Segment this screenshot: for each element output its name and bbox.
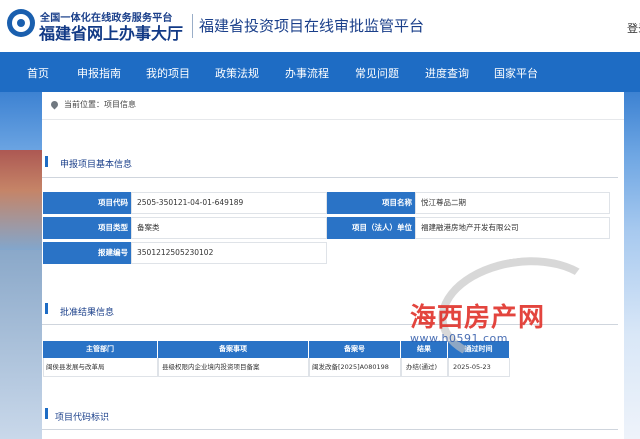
login-link[interactable]: 登录 xyxy=(627,20,640,36)
nav-my-projects[interactable]: 我的项目 xyxy=(146,65,190,81)
section-marker xyxy=(45,303,48,314)
project-type-value: 备案类 xyxy=(131,217,327,239)
project-type-label: 项目类型 xyxy=(43,217,131,239)
header-divider xyxy=(192,14,193,38)
section-marker xyxy=(45,408,48,419)
section-divider xyxy=(42,177,618,178)
top-header: 全国一体化在线政务服务平台 福建省网上办事大厅 福建省投资项目在线审批监管平台 … xyxy=(0,0,640,52)
watermark-brand: 海西房产网 xyxy=(410,303,546,333)
main-nav: 首页 申报指南 我的项目 政策法规 办事流程 常见问题 进度查询 国家平台 xyxy=(0,52,640,92)
nav-progress-query[interactable]: 进度查询 xyxy=(425,65,469,81)
site-title: 福建省投资项目在线审批监管平台 xyxy=(199,17,425,35)
nav-process[interactable]: 办事流程 xyxy=(285,65,329,81)
content-panel xyxy=(42,92,624,439)
project-name-label: 项目名称 xyxy=(327,192,415,214)
legal-unit-value: 福建融港房地产开发有限公司 xyxy=(415,217,610,239)
project-name-value: 悦江尊品二期 xyxy=(415,192,610,214)
table-cell-result: 办结(通过) xyxy=(401,358,448,377)
report-no-label: 报建编号 xyxy=(43,242,131,264)
section-title-code: 项目代码标识 xyxy=(55,413,110,423)
table-header-filing-number: 备案号 xyxy=(309,341,401,358)
project-code-value: 2505-350121-04-01-649189 xyxy=(131,192,327,214)
watermark-url: www.h0591.com xyxy=(410,332,508,345)
breadcrumb-text: 当前位置：项目信息 xyxy=(64,100,136,109)
nav-guide[interactable]: 申报指南 xyxy=(77,65,121,81)
table-header-filing-item: 备案事项 xyxy=(158,341,309,358)
section-title-basic-info: 申报项目基本信息 xyxy=(60,160,133,170)
nav-faq[interactable]: 常见问题 xyxy=(355,65,399,81)
nav-national-platform[interactable]: 国家平台 xyxy=(494,65,538,81)
table-cell-department: 闽侯县发展与改革局 xyxy=(43,358,158,377)
section-title-approval: 批准结果信息 xyxy=(60,308,115,318)
logo-title[interactable]: 福建省网上办事大厅 xyxy=(39,20,183,44)
table-cell-pass-time: 2025-05-23 xyxy=(448,358,510,377)
background-building xyxy=(0,150,42,250)
legal-unit-label: 项目（法人）单位 xyxy=(327,217,415,239)
table-cell-filing-number: 闽发改备[2025]A080198 xyxy=(309,358,401,377)
report-no-value: 3501212505230102 xyxy=(131,242,327,264)
government-emblem-icon xyxy=(7,9,35,37)
breadcrumb-divider xyxy=(42,119,624,120)
table-cell-filing-item: 县级权限内企业境内投资项目备案 xyxy=(158,358,309,377)
nav-policies[interactable]: 政策法规 xyxy=(215,65,259,81)
nav-home[interactable]: 首页 xyxy=(27,65,49,81)
section-marker xyxy=(45,156,48,167)
table-header-department: 主管部门 xyxy=(43,341,158,358)
background-scenery xyxy=(0,250,42,439)
section-divider xyxy=(42,429,618,430)
project-code-label: 项目代码 xyxy=(43,192,131,214)
